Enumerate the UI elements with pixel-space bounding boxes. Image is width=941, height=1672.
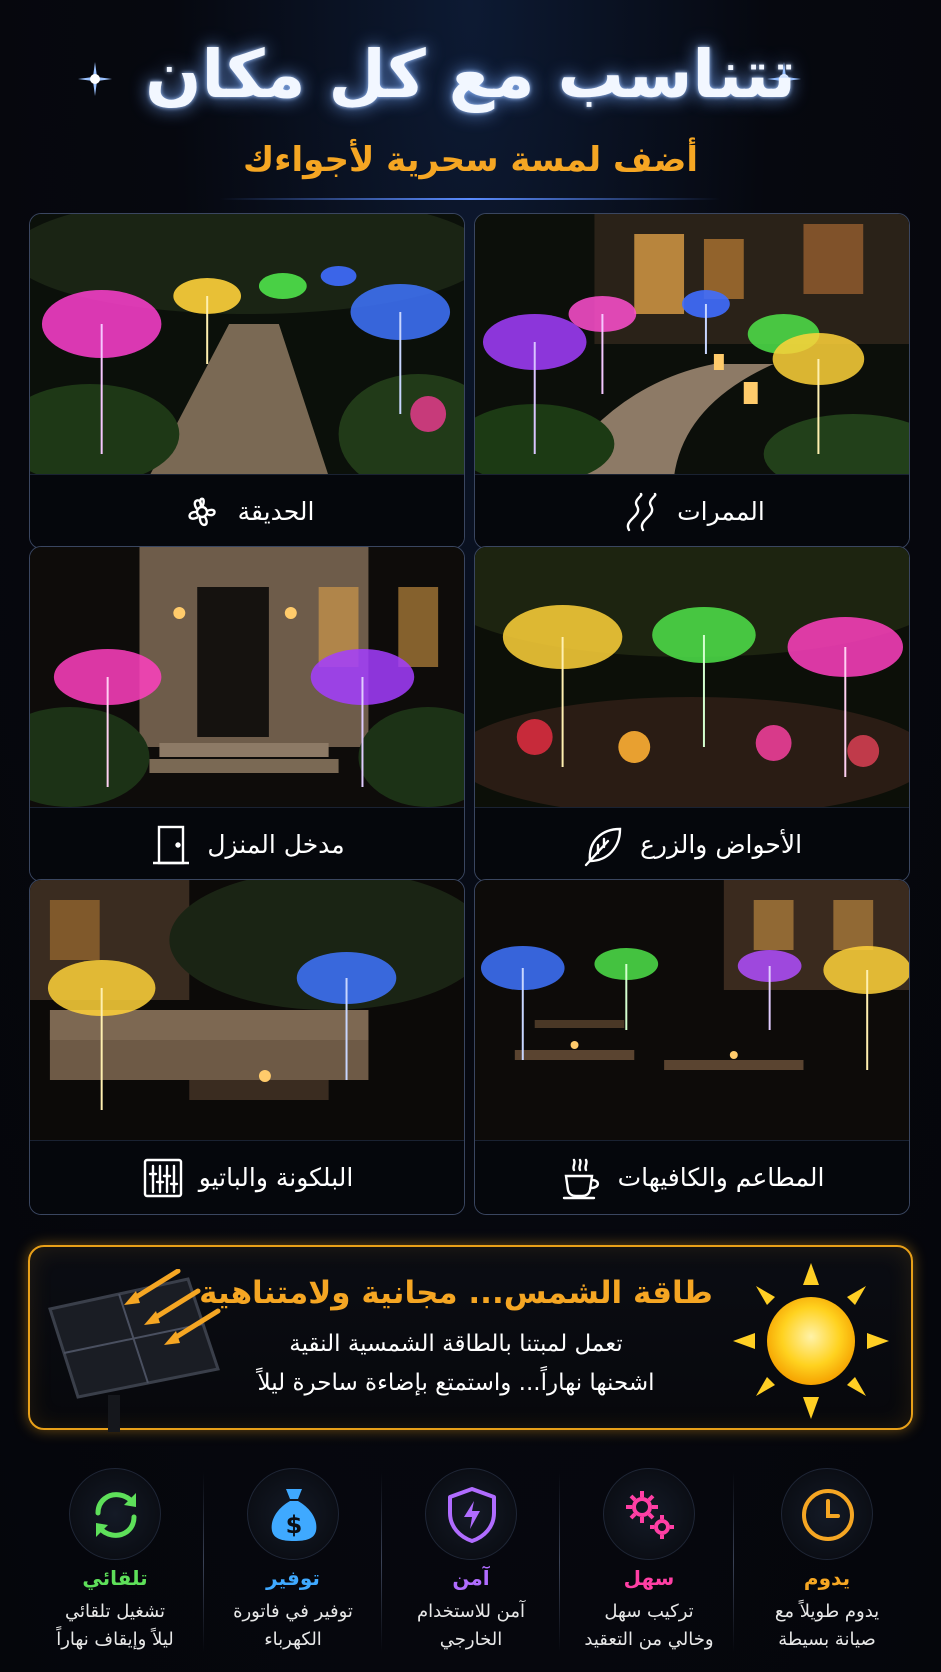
feature-icon-ring (69, 1468, 161, 1560)
coffee-cup-icon (562, 1158, 599, 1199)
feature-name: يدوم (803, 1566, 851, 1590)
flower-icon (188, 497, 216, 526)
money-bag-icon: $ (271, 1489, 317, 1541)
card-caption: الحديقة (30, 474, 464, 548)
feature-durable: يدوم يدوم طويلاً مع صيانة بسيطة (742, 1462, 912, 1662)
door-icon (153, 825, 190, 864)
flower-beds-scene-image (475, 547, 909, 809)
divider-glow (220, 198, 720, 200)
card-entrance: مدخل المنزل (29, 546, 465, 882)
card-balcony: البلكونة والباتيو (29, 879, 465, 1215)
svg-text:$: $ (286, 1511, 303, 1539)
card-label: مدخل المنزل (207, 830, 345, 859)
garden-scene-image (30, 214, 464, 476)
feature-desc-line: ليلاً وإيقاف نهاراً (56, 1629, 174, 1650)
entrance-scene-image (30, 547, 464, 809)
feature-name: آمن (452, 1566, 490, 1590)
page-subtitle: أضف لمسة سحرية لأجواءك (242, 140, 699, 180)
feature-desc-line: صيانة بسيطة (778, 1629, 876, 1650)
feature-desc-line: تركيب سهل (604, 1601, 694, 1622)
feature-name: سهل (623, 1566, 675, 1590)
feature-icon-ring (781, 1468, 873, 1560)
card-label: البلكونة والباتيو (198, 1163, 354, 1192)
solar-line-2: اشحنها نهاراً... واستمتع بإضاءة ساحرة لي… (257, 1370, 655, 1396)
auto-cycle-icon (95, 1492, 137, 1538)
feature-desc-line: توفير في فاتورة (233, 1601, 353, 1622)
feature-description: يدوم طويلاً مع صيانة بسيطة (742, 1598, 912, 1654)
feature-description: توفير في فاتورة الكهرباء (208, 1598, 378, 1654)
header: تتناسب مع كل مكان أضف لمسة سحرية لأجواءك (0, 0, 941, 210)
feature-icon-ring (425, 1468, 517, 1560)
card-pathways: الممرات (474, 213, 910, 549)
card-caption: الممرات (475, 474, 909, 548)
feature-desc-line: وخالي من التعقيد (584, 1629, 714, 1650)
shield-icon (448, 1487, 496, 1543)
feature-description: تشغيل تلقائي ليلاً وإيقاف نهاراً (30, 1598, 200, 1654)
feature-desc-line: يدوم طويلاً مع (774, 1601, 880, 1622)
feature-divider (381, 1472, 382, 1652)
page-title: تتناسب مع كل مكان (145, 36, 796, 113)
pathway-scene-image (475, 214, 909, 476)
feature-divider (203, 1472, 204, 1652)
balcony-scene-image (30, 880, 464, 1142)
card-label: الحديقة (237, 497, 315, 526)
winding-path-icon (626, 492, 657, 531)
feature-desc-line: آمن للاستخدام (416, 1601, 526, 1622)
clock-icon (802, 1489, 854, 1541)
card-restaurants: المطاعم والكافيهات (474, 879, 910, 1215)
card-flower-beds: الأحواض والزرع (474, 546, 910, 882)
card-label: المطاعم والكافيهات (617, 1163, 825, 1192)
feature-easy: سهل تركيب سهل وخالي من التعقيد (564, 1462, 734, 1662)
solar-line-1: تعمل لمبتنا بالطاقة الشمسية النقية (289, 1331, 623, 1357)
feature-savings: $ توفير توفير في فاتورة الكهرباء (208, 1462, 378, 1662)
balcony-railing-icon (143, 1158, 182, 1197)
feature-description: تركيب سهل وخالي من التعقيد (564, 1598, 734, 1654)
card-caption: المطاعم والكافيهات (475, 1140, 909, 1214)
feature-description: آمن للاستخدام الخارجي (386, 1598, 556, 1654)
feature-desc-line: الكهرباء (264, 1629, 322, 1650)
feature-icon-ring: $ (247, 1468, 339, 1560)
leaf-icon (584, 827, 622, 866)
feature-desc-line: الخارجي (439, 1629, 503, 1650)
solar-panel-icon (48, 1269, 221, 1432)
gears-icon (626, 1491, 674, 1539)
feature-desc-line: تشغيل تلقائي (64, 1601, 166, 1622)
card-caption: مدخل المنزل (30, 807, 464, 881)
solar-banner: طاقة الشمس... مجانية ولامتناهية تعمل لمب… (28, 1245, 913, 1432)
feature-name: توفير (266, 1566, 320, 1590)
feature-divider (559, 1472, 560, 1652)
feature-name: تلقائي (82, 1566, 148, 1590)
sun-icon (733, 1263, 889, 1419)
restaurant-scene-image (475, 880, 909, 1142)
features-row: يدوم يدوم طويلاً مع صيانة بسيطة سهل تركي… (29, 1462, 912, 1662)
feature-icon-ring (603, 1468, 695, 1560)
card-caption: البلكونة والباتيو (30, 1140, 464, 1214)
feature-safe: آمن آمن للاستخدام الخارجي (386, 1462, 556, 1662)
card-caption: الأحواض والزرع (475, 807, 909, 881)
card-label: الأحواض والزرع (639, 830, 803, 859)
solar-title: طاقة الشمس... مجانية ولامتناهية (199, 1275, 713, 1311)
feature-automatic: تلقائي تشغيل تلقائي ليلاً وإيقاف نهاراً (30, 1462, 200, 1662)
places-grid: الممرات الحديقة الأحواض والزرع مدخل المن… (29, 213, 912, 1215)
card-garden: الحديقة (29, 213, 465, 549)
card-label: الممرات (677, 497, 765, 526)
